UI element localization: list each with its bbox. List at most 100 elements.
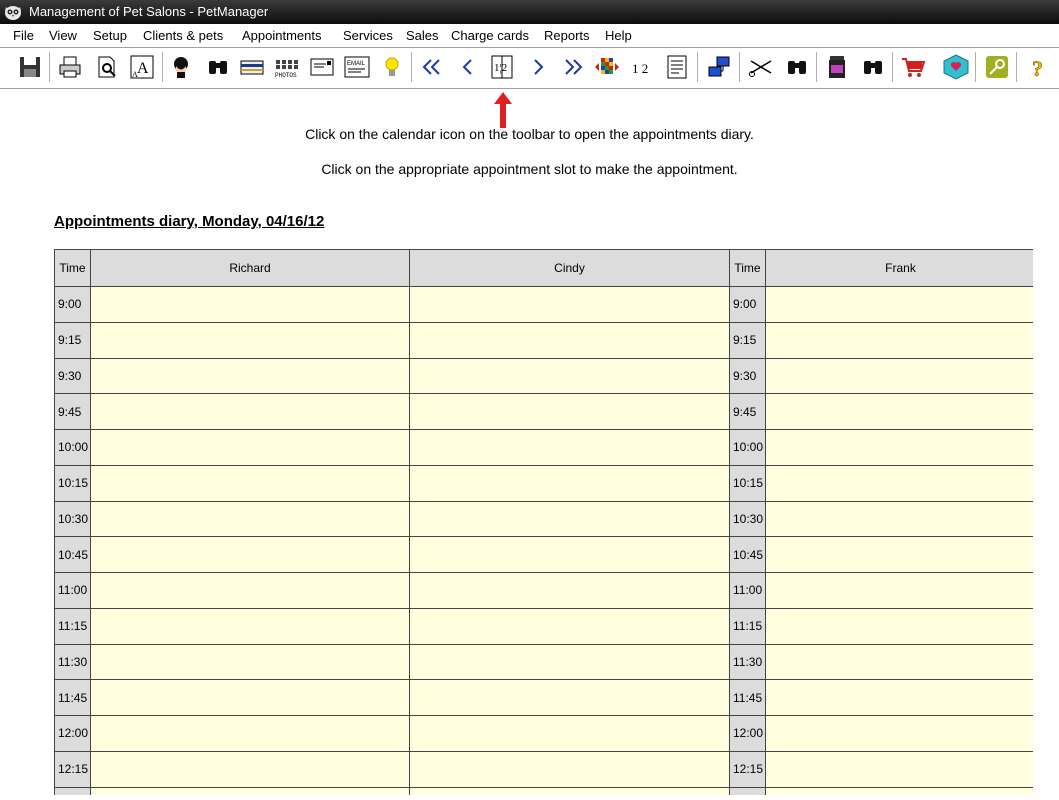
appointment-slot-cindy[interactable] [410,680,730,716]
binoculars-icon[interactable] [782,52,812,82]
appointment-slot-cindy[interactable] [410,751,730,788]
appointment-slot-cindy[interactable] [410,465,730,502]
appointment-slot-richard[interactable] [91,465,410,502]
menu-reports[interactable]: Reports [544,26,590,46]
appointment-slot-richard[interactable] [91,608,410,645]
appointment-slot-richard[interactable] [91,287,410,323]
appointment-slot-frank[interactable] [766,644,1033,681]
card-icon[interactable] [237,52,267,82]
appointment-slot-frank[interactable] [766,787,1033,795]
toolbar-separator [49,52,50,82]
menu-view[interactable]: View [49,26,77,46]
appointment-slot-cindy[interactable] [410,573,730,609]
lightbulb-icon[interactable] [377,52,407,82]
network-icon[interactable] [704,52,734,82]
letter-icon[interactable] [307,52,337,82]
time-label: 11:00 [730,573,766,609]
svg-text:A: A [137,60,149,77]
appointment-slot-richard[interactable] [91,322,410,359]
photos-icon[interactable]: PHOTOS [272,52,302,82]
appointment-slot-frank[interactable] [766,430,1033,466]
appointment-slot-frank[interactable] [766,287,1033,323]
diary-title: Appointments diary, Monday, 04/16/12 [54,213,325,230]
numbering-label: 1 2 [632,61,648,76]
owl-app-icon [5,6,21,20]
help-icon[interactable]: ? [1024,52,1054,82]
appointment-slot-cindy[interactable] [410,608,730,645]
client-head-icon[interactable] [166,52,196,82]
appointment-slot-cindy[interactable] [410,716,730,752]
previous-icon[interactable] [452,52,482,82]
appointment-slot-richard[interactable] [91,501,410,538]
menu-appointments[interactable]: Appointments [242,26,322,46]
appointment-slot-richard[interactable] [91,716,410,752]
appointment-slot-cindy[interactable] [410,358,730,395]
appointment-slot-cindy[interactable] [410,394,730,430]
appointment-slot-frank[interactable] [766,751,1033,788]
appointment-slot-cindy[interactable] [410,322,730,359]
svg-text:A: A [132,70,138,79]
svg-text:?: ? [1032,56,1043,81]
time-label: 9:45 [55,394,91,430]
appointment-slot-cindy[interactable] [410,537,730,573]
appointment-slot-frank[interactable] [766,501,1033,538]
email-icon[interactable]: EMAIL [342,52,372,82]
color-grid-icon[interactable] [592,52,622,82]
time-label: 9:00 [55,287,91,323]
appointment-slot-richard[interactable] [91,751,410,788]
staff-header-cindy: Cindy [410,250,730,287]
heart-box-icon[interactable] [941,52,971,82]
appointment-slot-richard[interactable] [91,537,410,573]
font-icon[interactable]: AA [127,52,157,82]
appointment-slot-richard[interactable] [91,394,410,430]
appointment-slot-cindy[interactable] [410,501,730,538]
binoculars-icon[interactable] [858,52,888,82]
appointment-slot-richard[interactable] [91,644,410,681]
print-preview-icon[interactable] [92,52,122,82]
appointment-slot-cindy[interactable] [410,644,730,681]
binoculars-icon[interactable] [203,52,233,82]
appointment-slot-richard[interactable] [91,430,410,466]
appointment-slot-richard[interactable] [91,573,410,609]
appointment-slot-frank[interactable] [766,680,1033,716]
print-icon[interactable] [55,52,85,82]
menu-setup[interactable]: Setup [93,26,127,46]
appointment-slot-richard[interactable] [91,358,410,395]
last-icon[interactable] [558,52,588,82]
appointment-slot-frank[interactable] [766,716,1033,752]
numbering-icon[interactable]: 1 2 [627,52,657,82]
time-label: 10:15 [730,465,766,502]
first-icon[interactable] [417,52,447,82]
menu-services[interactable]: Services [343,26,393,46]
appointment-slot-cindy[interactable] [410,287,730,323]
menu-help[interactable]: Help [605,26,632,46]
document-icon[interactable] [662,52,692,82]
shopping-cart-icon[interactable] [898,52,928,82]
appointment-slot-cindy[interactable] [410,430,730,466]
toolbar-separator [162,52,163,82]
bottles-icon[interactable] [822,52,852,82]
scissors-icon[interactable] [746,52,776,82]
appointment-slot-cindy[interactable] [410,787,730,795]
appointment-slot-frank[interactable] [766,573,1033,609]
appointment-slot-frank[interactable] [766,394,1033,430]
appointments-grid: Time Richard Cindy Time Frank 9:00 9:00 9:… [54,249,1033,795]
photos-label: PHOTOS [275,72,297,79]
key-icon[interactable] [982,52,1012,82]
save-icon[interactable] [15,52,45,82]
appointment-slot-richard[interactable] [91,680,410,716]
menu-file[interactable]: File [13,26,34,46]
appointment-slot-frank[interactable] [766,537,1033,573]
appointment-slot-frank[interactable] [766,358,1033,395]
next-icon[interactable] [524,52,554,82]
menu-clients-pets[interactable]: Clients & pets [143,26,223,46]
appointment-slot-frank[interactable] [766,322,1033,359]
appointment-slot-frank[interactable] [766,465,1033,502]
appointment-slot-frank[interactable] [766,608,1033,645]
time-label: 11:00 [55,573,91,609]
time-label: 12:15 [55,751,91,788]
menu-sales[interactable]: Sales [406,26,439,46]
menu-charge-cards[interactable]: Charge cards [451,26,529,46]
calendar-icon[interactable]: 1¦2 [487,52,517,82]
appointment-slot-richard[interactable] [91,787,410,795]
